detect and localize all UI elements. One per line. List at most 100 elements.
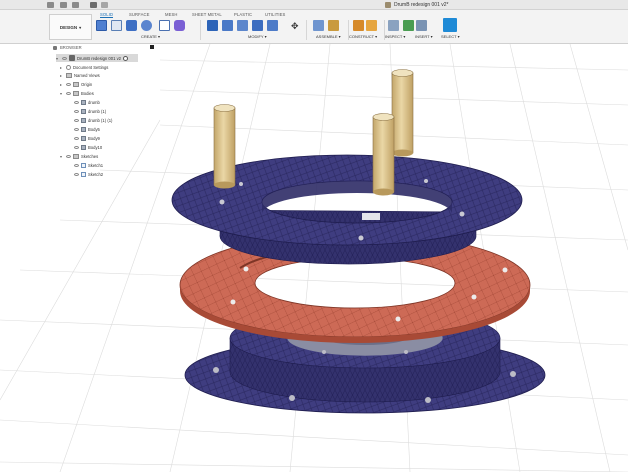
tree-item-sketches[interactable]: ▾ Sketches bbox=[60, 152, 98, 160]
plane-at-angle-icon[interactable] bbox=[366, 20, 377, 31]
modify-menu[interactable]: MODIFY ▾ bbox=[248, 34, 267, 39]
folder-icon bbox=[66, 72, 72, 78]
move-icon[interactable]: ✥ bbox=[291, 22, 300, 31]
press-pull-icon[interactable] bbox=[207, 20, 218, 31]
tab-utilities[interactable]: UTILITIES bbox=[265, 12, 285, 18]
offset-plane-icon[interactable] bbox=[353, 20, 364, 31]
tree-item-body[interactable]: Body10 bbox=[74, 143, 102, 151]
toolbar-divider bbox=[200, 20, 201, 40]
chevron-down-icon[interactable]: ▾ bbox=[60, 154, 64, 159]
construct-menu[interactable]: CONSTRUCT ▾ bbox=[349, 34, 377, 39]
tree-item-bodies[interactable]: ▾ Bodies bbox=[60, 89, 94, 97]
revolve-icon[interactable] bbox=[141, 20, 152, 31]
tree-item-label: Origin bbox=[81, 81, 93, 87]
tree-item-body[interactable]: drumb (1) bbox=[74, 107, 106, 115]
visibility-icon[interactable] bbox=[66, 82, 71, 86]
tree-item-sketch[interactable]: Sketch2 bbox=[74, 170, 103, 178]
tree-item-label: Body5 bbox=[88, 126, 100, 132]
folder-icon bbox=[73, 81, 79, 87]
joint-icon[interactable] bbox=[328, 20, 339, 31]
undo-icon[interactable] bbox=[90, 2, 97, 8]
toolbar-divider bbox=[306, 20, 307, 40]
tree-root[interactable]: ▾ DrumB redesign 001 v2 bbox=[56, 54, 138, 62]
tree-item-label: drumb (1) (1) bbox=[88, 117, 113, 123]
grid-menu-icon[interactable] bbox=[47, 2, 54, 8]
visibility-icon[interactable] bbox=[74, 163, 79, 167]
pin-icon[interactable] bbox=[150, 45, 154, 49]
chevron-right-icon[interactable]: ▸ bbox=[60, 65, 64, 70]
tree-item-label: Body9 bbox=[88, 135, 100, 141]
tree-item-body[interactable]: drumb bbox=[74, 98, 100, 106]
activate-icon[interactable] bbox=[123, 55, 128, 61]
visibility-icon[interactable] bbox=[74, 127, 79, 131]
collapse-icon[interactable] bbox=[53, 45, 57, 50]
tab-sheet-metal[interactable]: SHEET METAL bbox=[192, 12, 222, 18]
tree-item-label: Sketches bbox=[81, 153, 99, 159]
file-icon[interactable] bbox=[60, 2, 67, 8]
sketch-icon bbox=[81, 171, 86, 177]
select-menu[interactable]: SELECT ▾ bbox=[441, 34, 460, 39]
chevron-right-icon[interactable]: ▸ bbox=[60, 82, 64, 87]
visibility-icon[interactable] bbox=[74, 109, 79, 113]
title-bar: DrumB redesign 001 v2* bbox=[0, 0, 628, 10]
toolbar: DESIGN ▾ SOLID SURFACE MESH SHEET METAL P… bbox=[0, 10, 628, 44]
tree-item-label: Named Views bbox=[74, 72, 100, 78]
tree-item-label: Bodies bbox=[81, 90, 94, 96]
tab-surface[interactable]: SURFACE bbox=[129, 12, 149, 18]
folder-icon bbox=[73, 153, 79, 159]
tree-item-body[interactable]: drumb (1) (1) bbox=[74, 116, 112, 124]
measure-icon[interactable] bbox=[388, 20, 399, 31]
tree-item-origin[interactable]: ▸ Origin bbox=[60, 80, 92, 88]
folder-icon bbox=[73, 90, 79, 96]
assemble-menu[interactable]: ASSEMBLE ▾ bbox=[316, 34, 341, 39]
create-menu[interactable]: CREATE ▾ bbox=[141, 34, 160, 39]
save-icon[interactable] bbox=[72, 2, 79, 8]
inspect-icon[interactable] bbox=[403, 20, 414, 31]
visibility-icon[interactable] bbox=[74, 118, 79, 122]
workspace-switcher[interactable]: DESIGN ▾ bbox=[49, 14, 92, 40]
tree-item-body[interactable]: Body9 bbox=[74, 134, 100, 142]
shell-icon[interactable] bbox=[252, 20, 263, 31]
box-icon[interactable] bbox=[159, 20, 170, 31]
chevron-down-icon[interactable]: ▾ bbox=[56, 56, 60, 61]
body-icon bbox=[81, 99, 86, 105]
chamfer-icon[interactable] bbox=[237, 20, 248, 31]
visibility-icon[interactable] bbox=[74, 136, 79, 140]
tree-item-label: Body10 bbox=[88, 144, 103, 150]
pin-left bbox=[213, 104, 236, 189]
visibility-icon[interactable] bbox=[74, 100, 79, 104]
select-icon[interactable] bbox=[443, 18, 457, 32]
visibility-icon[interactable] bbox=[66, 91, 71, 95]
body-icon bbox=[81, 126, 86, 132]
tree-item-body[interactable]: Body5 bbox=[74, 125, 100, 133]
tab-plastic[interactable]: PLASTIC bbox=[234, 12, 252, 18]
document-tab[interactable]: DrumB redesign 001 v2* bbox=[385, 1, 448, 9]
combine-icon[interactable] bbox=[267, 20, 278, 31]
insert-icon[interactable] bbox=[416, 20, 427, 31]
tree-item-named-views[interactable]: ▸ Named Views bbox=[60, 71, 100, 79]
visibility-icon[interactable] bbox=[74, 172, 79, 176]
component-icon bbox=[69, 55, 75, 61]
gear-icon bbox=[66, 64, 71, 70]
tree-item-document-settings[interactable]: ▸ Document Settings bbox=[60, 63, 108, 71]
redo-icon[interactable] bbox=[101, 2, 108, 8]
visibility-icon[interactable] bbox=[62, 56, 67, 60]
visibility-icon[interactable] bbox=[66, 154, 71, 158]
inspect-menu[interactable]: INSPECT ▾ bbox=[385, 34, 405, 39]
chevron-down-icon[interactable]: ▾ bbox=[60, 91, 64, 96]
tree-item-sketch[interactable]: Sketch1 bbox=[74, 161, 103, 169]
extrude-icon[interactable] bbox=[126, 20, 137, 31]
tab-mesh[interactable]: MESH bbox=[165, 12, 178, 18]
visibility-icon[interactable] bbox=[74, 145, 79, 149]
create-sketch-icon[interactable] bbox=[111, 20, 122, 31]
insert-menu[interactable]: INSERT ▾ bbox=[415, 34, 433, 39]
tree-item-label: drumb (1) bbox=[88, 108, 107, 114]
chevron-right-icon[interactable]: ▸ bbox=[60, 73, 64, 78]
tab-solid[interactable]: SOLID bbox=[100, 12, 114, 18]
form-icon[interactable] bbox=[174, 20, 185, 31]
fillet-icon[interactable] bbox=[222, 20, 233, 31]
new-component-icon[interactable] bbox=[96, 20, 107, 31]
document-icon bbox=[385, 2, 391, 8]
browser-header[interactable]: BROWSER bbox=[50, 44, 160, 51]
new-component-assemble-icon[interactable] bbox=[313, 20, 324, 31]
